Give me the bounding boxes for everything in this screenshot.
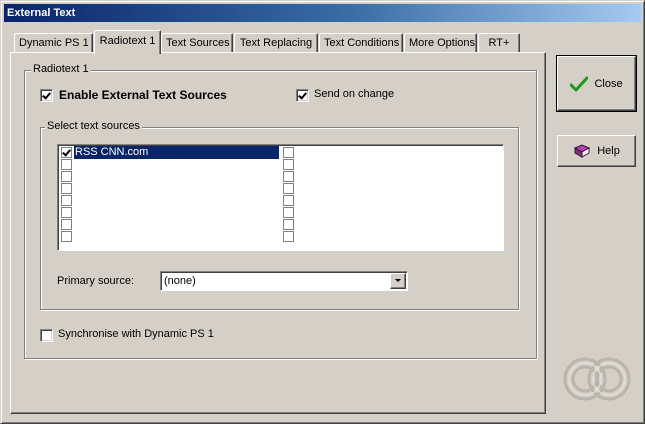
- source-checkbox[interactable]: [61, 171, 72, 182]
- tab-label: Text Sources: [166, 37, 230, 49]
- source-checkbox[interactable]: [283, 183, 294, 194]
- external-text-window: External Text Dynamic PS 1 Radiotext 1 T…: [0, 0, 645, 424]
- tab-label: Dynamic PS 1: [19, 37, 89, 49]
- enable-external-checkbox[interactable]: [40, 89, 53, 102]
- source-checkbox[interactable]: [61, 183, 72, 194]
- tab-label: More Options: [409, 37, 476, 49]
- app-logo-icon: [563, 357, 631, 401]
- help-button-label: Help: [597, 145, 620, 157]
- source-checkbox[interactable]: [283, 219, 294, 230]
- source-item-selected[interactable]: RSS CNN.com: [74, 146, 279, 159]
- enable-external-label: Enable External Text Sources: [59, 88, 227, 102]
- title-bar: External Text: [4, 4, 641, 22]
- primary-source-label: Primary source:: [57, 275, 135, 287]
- synchronise-label: Synchronise with Dynamic PS 1: [58, 328, 214, 340]
- tab-text-sources[interactable]: Text Sources: [161, 33, 233, 53]
- text-sources-listbox[interactable]: RSS CNN.com: [57, 144, 504, 251]
- source-checkbox[interactable]: [283, 147, 294, 158]
- tab-dynamic-ps-1[interactable]: Dynamic PS 1: [14, 33, 93, 53]
- source-checkbox[interactable]: [61, 207, 72, 218]
- primary-source-select[interactable]: (none): [160, 271, 408, 291]
- source-checkbox[interactable]: [61, 159, 72, 170]
- chevron-down-icon[interactable]: [390, 273, 406, 289]
- source-checkbox[interactable]: [283, 207, 294, 218]
- source-checkbox[interactable]: [61, 195, 72, 206]
- tab-text-conditions[interactable]: Text Conditions: [319, 33, 403, 53]
- source-checkbox[interactable]: [283, 195, 294, 206]
- source-checkbox[interactable]: [61, 231, 72, 242]
- select-sources-group-label: Select text sources: [45, 120, 142, 132]
- tab-more-options[interactable]: More Options: [404, 33, 477, 53]
- tab-label: RT+: [488, 37, 510, 49]
- tab-text-replacing[interactable]: Text Replacing: [234, 33, 318, 53]
- send-on-change-label: Send on change: [314, 88, 395, 100]
- tab-label: Text Conditions: [324, 37, 400, 49]
- help-book-icon: [574, 144, 591, 158]
- synchronise-checkbox[interactable]: [40, 329, 53, 342]
- source-item-label: RSS CNN.com: [75, 146, 149, 158]
- close-button-label: Close: [594, 77, 623, 90]
- primary-source-value: (none): [164, 275, 196, 287]
- send-on-change-checkbox[interactable]: [296, 89, 309, 102]
- window-title: External Text: [7, 7, 76, 19]
- source-checkbox[interactable]: [283, 231, 294, 242]
- radiotext-group-label: Radiotext 1: [31, 63, 91, 75]
- close-button[interactable]: Close: [556, 55, 637, 112]
- source-checkbox[interactable]: [61, 219, 72, 230]
- source-checkbox[interactable]: [61, 147, 72, 158]
- source-checkbox[interactable]: [283, 171, 294, 182]
- tab-label: Radiotext 1: [99, 35, 156, 47]
- green-checkmark-icon: [570, 76, 589, 91]
- help-button[interactable]: Help: [557, 135, 636, 167]
- tab-rt-plus[interactable]: RT+: [478, 33, 520, 53]
- tab-radiotext-1[interactable]: Radiotext 1: [94, 30, 161, 54]
- tab-label: Text Replacing: [239, 37, 313, 49]
- source-checkbox[interactable]: [283, 159, 294, 170]
